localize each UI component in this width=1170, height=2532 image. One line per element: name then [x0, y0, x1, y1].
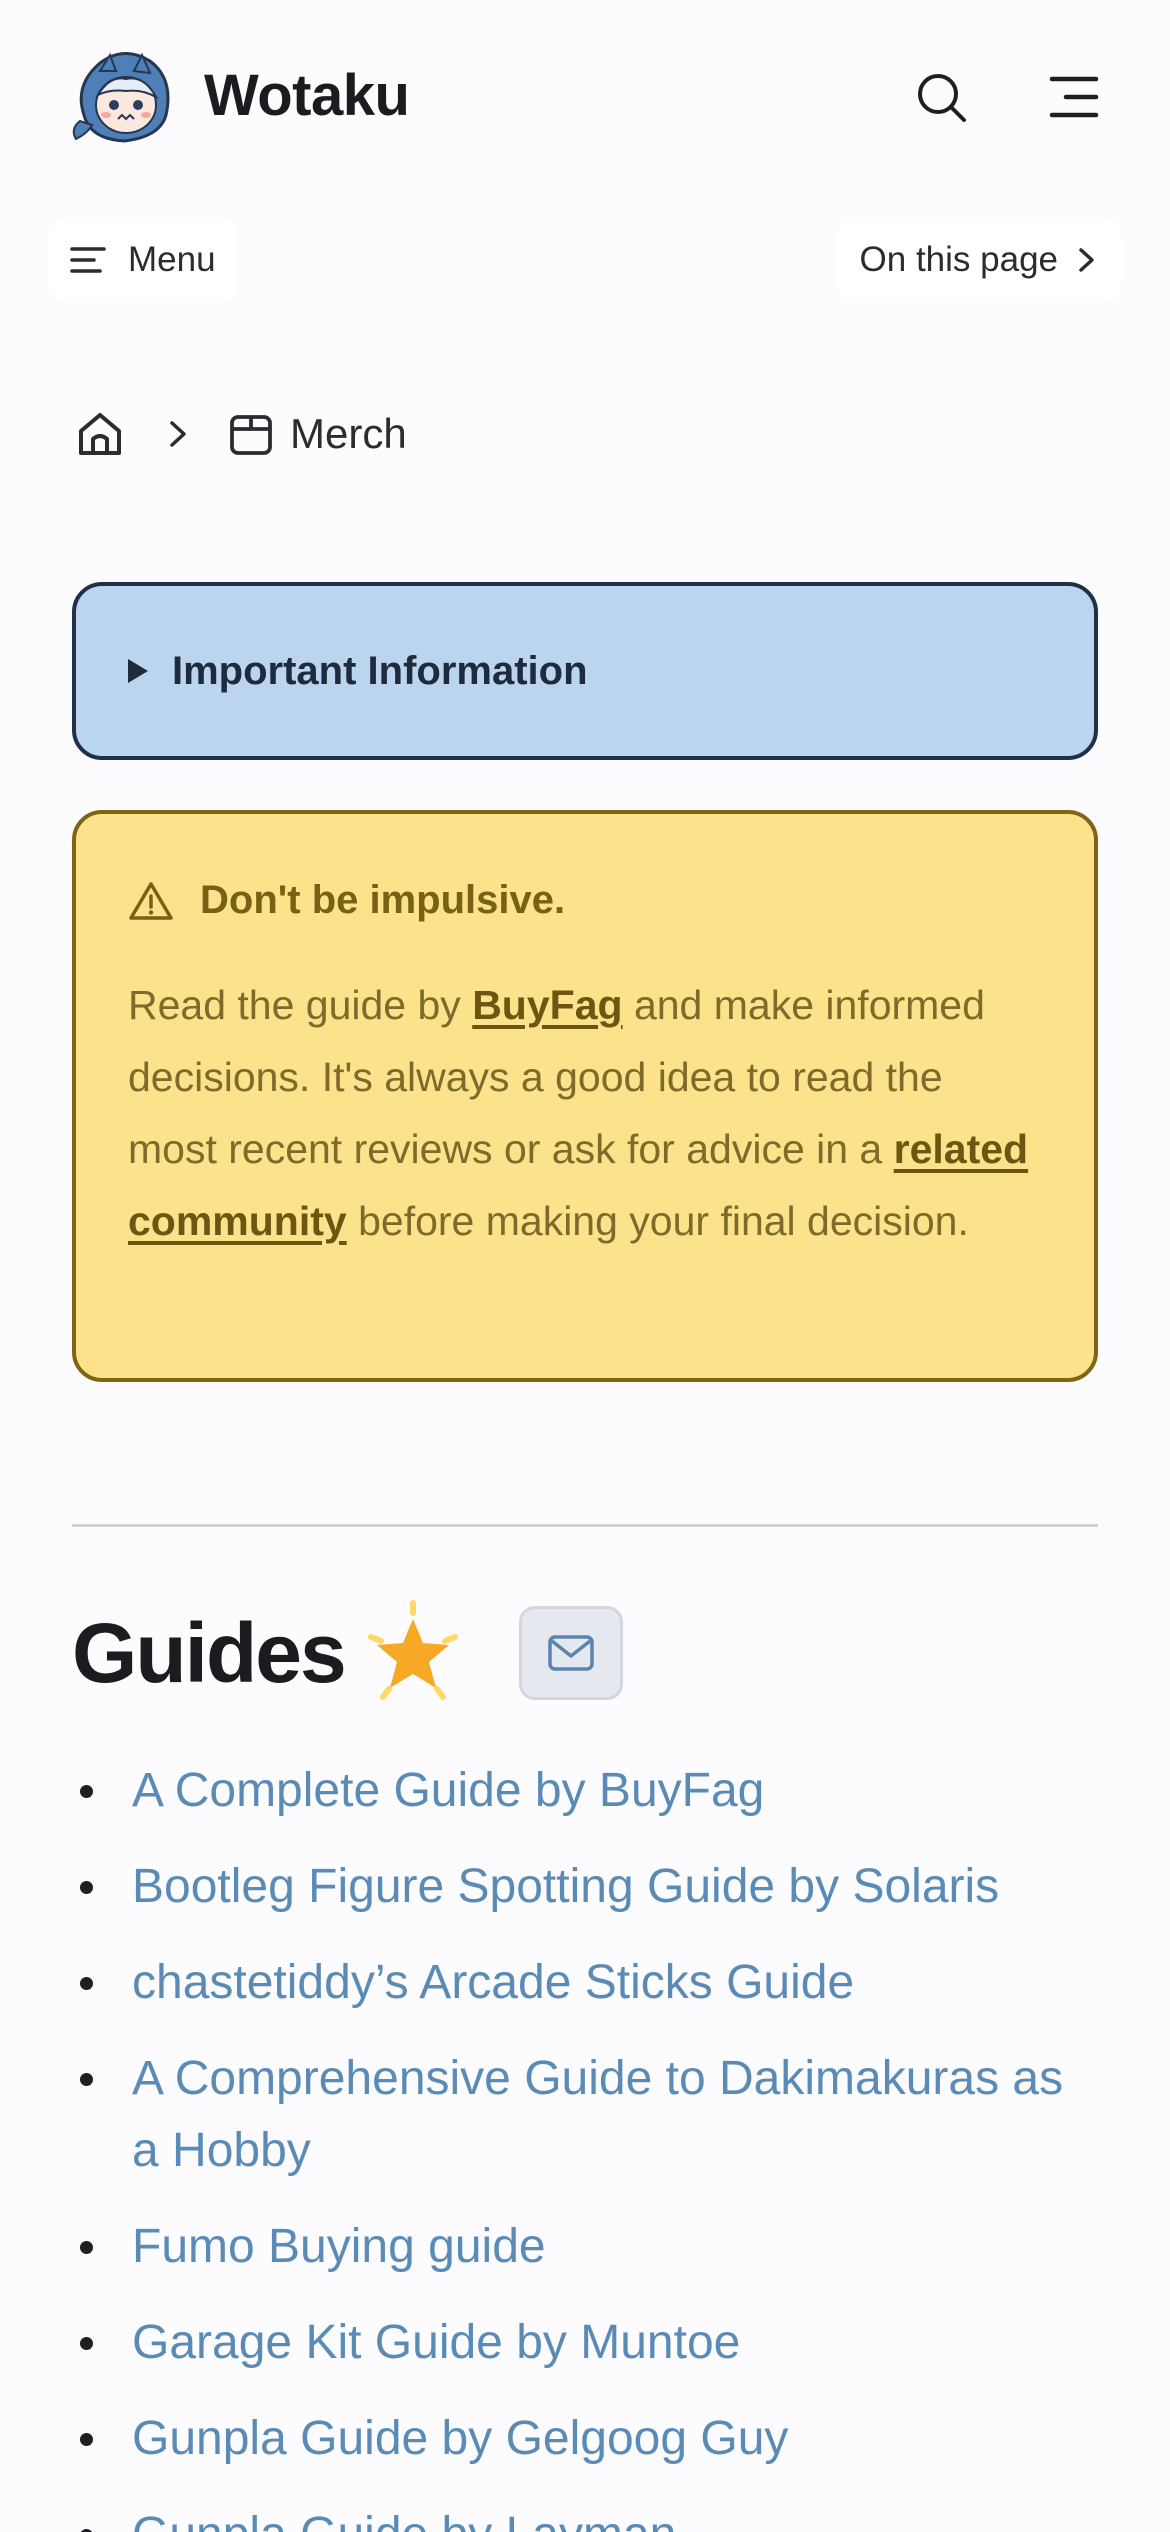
- breadcrumb-current[interactable]: Merch: [228, 410, 407, 458]
- site-title[interactable]: Wotaku: [204, 62, 410, 129]
- nav-menu-button[interactable]: [1046, 70, 1102, 124]
- warning-body-part1: Read the guide by: [128, 982, 473, 1028]
- guide-link[interactable]: Garage Kit Guide by Muntoe: [132, 2316, 740, 2369]
- on-this-page-button[interactable]: On this page: [835, 218, 1122, 302]
- warning-body: Read the guide by BuyFag and make inform…: [128, 969, 1042, 1257]
- mail-button[interactable]: [518, 1606, 623, 1700]
- guide-link[interactable]: Fumo Buying guide: [132, 2220, 546, 2273]
- warning-body-part3: before making your final decision.: [346, 1198, 969, 1244]
- menu-label: Menu: [128, 240, 216, 279]
- chevron-right-icon: [1079, 248, 1094, 272]
- home-icon: [79, 413, 121, 455]
- list-item: chastetiddy’s Arcade Sticks Guide: [72, 1947, 1098, 2019]
- guide-link[interactable]: chastetiddy’s Arcade Sticks Guide: [132, 1956, 854, 2009]
- box-icon: [230, 415, 272, 455]
- search-button[interactable]: [912, 68, 972, 128]
- section-divider: [72, 1524, 1098, 1527]
- on-this-page-label: On this page: [859, 240, 1058, 279]
- warning-title: Don't be impulsive.: [128, 878, 1042, 923]
- breadcrumb-current-label: Merch: [290, 410, 407, 457]
- breadcrumb-home[interactable]: [72, 406, 128, 462]
- menu-lines-icon: [70, 247, 106, 273]
- buyfag-link[interactable]: BuyFag: [472, 982, 622, 1028]
- list-item: Bootleg Figure Spotting Guide by Solaris: [72, 1851, 1098, 1923]
- details-summary-label: Important Information: [172, 648, 588, 693]
- list-item: A Comprehensive Guide to Dakimakuras as …: [72, 2043, 1098, 2187]
- list-item: Fumo Buying guide: [72, 2211, 1098, 2283]
- hamburger-icon: [1049, 76, 1099, 118]
- list-item: Garage Kit Guide by Muntoe: [72, 2307, 1098, 2379]
- search-icon: [918, 74, 966, 122]
- warning-title-text: Don't be impulsive.: [200, 878, 566, 922]
- disclosure-triangle-icon: [128, 659, 148, 683]
- warning-callout: Don't be impulsive. Read the guide by Bu…: [72, 810, 1098, 1382]
- breadcrumb: Merch: [72, 404, 407, 464]
- warning-triangle-icon: [129, 881, 173, 920]
- sidebar-menu-button[interactable]: Menu: [48, 218, 238, 302]
- site-header: Wotaku: [0, 0, 1170, 190]
- guide-link[interactable]: Gunpla Guide by Gelgoog Guy: [132, 2412, 788, 2465]
- list-item: A Complete Guide by BuyFag: [72, 1755, 1098, 1827]
- chevron-right-icon: [158, 414, 198, 454]
- guides-heading-row: Guides: [72, 1598, 623, 1708]
- glowing-star-icon: [367, 1600, 458, 1700]
- guides-list: A Complete Guide by BuyFag Bootleg Figur…: [72, 1755, 1098, 2532]
- important-information-details[interactable]: Important Information: [72, 582, 1098, 760]
- guide-link[interactable]: Bootleg Figure Spotting Guide by Solaris: [132, 1860, 999, 1913]
- local-nav: Menu On this page: [0, 210, 1170, 310]
- mail-icon: [547, 1635, 594, 1671]
- guide-link[interactable]: A Comprehensive Guide to Dakimakuras as …: [132, 2052, 1063, 2177]
- shark-girl-avatar-icon[interactable]: [70, 45, 178, 145]
- guides-heading: Guides: [72, 1605, 347, 1700]
- list-item: Gunpla Guide by Gelgoog Guy: [72, 2403, 1098, 2475]
- list-item: Gunpla Guide by Layman: [72, 2499, 1098, 2532]
- guide-link[interactable]: Gunpla Guide by Layman: [132, 2508, 676, 2532]
- guide-link[interactable]: A Complete Guide by BuyFag: [132, 1764, 764, 1817]
